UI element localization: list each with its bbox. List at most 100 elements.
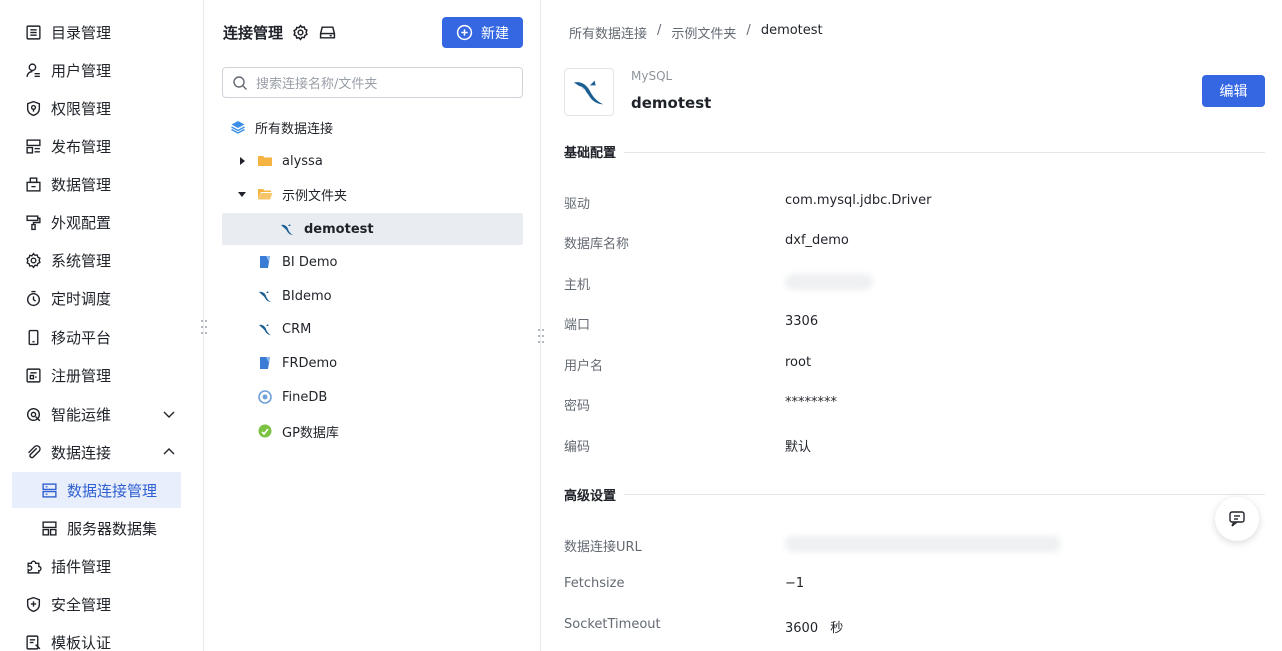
nav-label: 安全管理 [51,595,112,614]
mysql-icon [259,291,271,302]
database-box-icon [22,173,44,195]
nav-label: 服务器数据集 [67,519,158,538]
shield-check-icon [22,97,44,119]
field-label: 端口 [564,318,591,333]
feedback-button[interactable] [1215,497,1259,541]
nav-label: 数据管理 [51,175,112,194]
nav-item-schedule[interactable]: 定时调度 [12,280,181,316]
mysql-dolphin-icon [573,80,604,105]
tree-connection-label: GP数据库 [282,425,339,441]
tree-item-selected[interactable]: demotest [222,213,523,245]
nav-item-catalog[interactable]: 目录管理 [12,14,181,50]
nav-item-users[interactable]: 用户管理 [12,52,181,88]
publish-icon [22,135,44,157]
breadcrumb-item[interactable]: 示例文件夹 [671,23,736,42]
tree-connection[interactable]: FineDB [257,381,327,413]
field-label: 主机 [564,278,591,293]
server-dataset-icon [38,517,60,539]
db-name: demotest [631,94,712,112]
nav-item-plugins[interactable]: 插件管理 [12,548,181,584]
nav-item-permissions[interactable]: 权限管理 [12,90,181,126]
tree-folder[interactable]: 示例文件夹 [237,178,347,210]
tree-connection-label: BIdemo [282,288,332,304]
tree-folder[interactable]: alyssa [237,145,323,177]
tree-connection[interactable]: BIdemo [257,280,332,312]
puzzle-icon [22,555,44,577]
breadcrumb-sep: / [746,23,751,38]
db-type: MySQL [631,69,673,83]
field-value-username: root [785,355,812,370]
nav-label: 数据连接管理 [67,481,158,500]
tree-connection[interactable]: FRDemo [257,347,337,379]
nav-label: 外观配置 [51,213,112,232]
chevron-up-icon[interactable] [161,444,177,460]
breadcrumb-item[interactable]: 所有数据连接 [569,23,647,42]
smart-ops-icon [22,403,44,425]
caret-right-icon[interactable] [237,156,247,166]
field-label: 编码 [564,440,591,455]
greenplum-icon [258,424,272,438]
nav-label: 模板认证 [51,633,112,651]
field-label: 用户名 [564,359,604,374]
tree-root[interactable]: 所有数据连接 [230,111,333,143]
nav-item-security[interactable]: 安全管理 [12,586,181,622]
field-value-fetchsize: −1 [785,576,805,591]
db-logo [564,68,614,116]
folder-label: alyssa [282,153,323,169]
field-label: 数据库名称 [564,237,630,252]
plus-circle-icon [456,24,473,41]
caret-down-icon[interactable] [237,189,247,199]
nav-item-server-dataset[interactable]: 服务器数据集 [12,510,181,546]
field-label: 密码 [564,399,591,414]
tree-connection-label: FineDB [282,389,328,405]
field-value-host-redacted [785,274,873,290]
panel-title: 连接管理 [223,24,284,42]
breadcrumb-current: demotest [760,23,823,38]
stopwatch-icon [22,287,44,309]
template-cert-icon [22,631,44,651]
search-icon [233,75,247,90]
nav-item-system[interactable]: 系统管理 [12,242,181,278]
folder-icon [258,156,272,166]
section-divider [624,152,1265,153]
nav-item-appearance[interactable]: 外观配置 [12,204,181,240]
nav-item-template-cert[interactable]: 模板认证 [12,624,181,651]
mysql-icon [259,324,271,335]
nav-item-data-connection[interactable]: 数据连接 [12,434,181,470]
new-connection-button[interactable]: 新建 [442,17,523,48]
connection-tree-panel: 连接管理 新建 搜索连接名称/文件夹 所有数据连接 alyssa 示例文件夹 d… [205,0,541,651]
edit-button[interactable]: 编辑 [1202,75,1265,107]
timeout-unit: 秒 [830,621,844,636]
breadcrumb-sep: / [657,23,662,38]
chevron-down-icon[interactable] [161,406,177,422]
tree-connection[interactable]: CRM [257,313,311,345]
tree-connection[interactable]: GP数据库 [257,415,339,447]
gear-icon[interactable] [292,24,309,41]
mobile-icon [22,326,44,348]
mysql-icon [281,224,293,235]
sidebar-nav: 目录管理 用户管理 权限管理 发布管理 数据管理 外观配置 系统管理 定时调度 [0,0,204,651]
nav-item-connection-manage[interactable]: 数据连接管理 [12,472,181,508]
connection-manage-icon [38,479,60,501]
tree-connection[interactable]: BI Demo [257,246,338,278]
nav-label: 移动平台 [51,328,112,347]
breadcrumb: 所有数据连接 / 示例文件夹 / demotest [569,23,823,42]
field-label: SocketTimeout [564,617,661,632]
nav-label: 发布管理 [51,137,112,156]
field-value-encoding: 默认 [785,440,812,455]
nav-item-publish[interactable]: 发布管理 [12,128,181,164]
section-title-advanced: 高级设置 [564,489,617,504]
nav-item-register[interactable]: 注册管理 [12,357,181,393]
nav-item-mobile[interactable]: 移动平台 [12,319,181,355]
tree-connection-label: CRM [282,321,312,337]
nav-label: 目录管理 [51,23,112,42]
paint-roller-icon [22,211,44,233]
nav-item-data[interactable]: 数据管理 [12,166,181,202]
tree-connection-label: BI Demo [282,254,338,270]
nav-label: 权限管理 [51,99,112,118]
drive-icon[interactable] [319,24,336,41]
search-input[interactable]: 搜索连接名称/文件夹 [222,67,523,98]
field-value-socket-timeout: 3600 秒 [785,617,843,636]
nav-item-smart-ops[interactable]: 智能运维 [12,396,181,432]
chat-icon [1229,511,1245,527]
